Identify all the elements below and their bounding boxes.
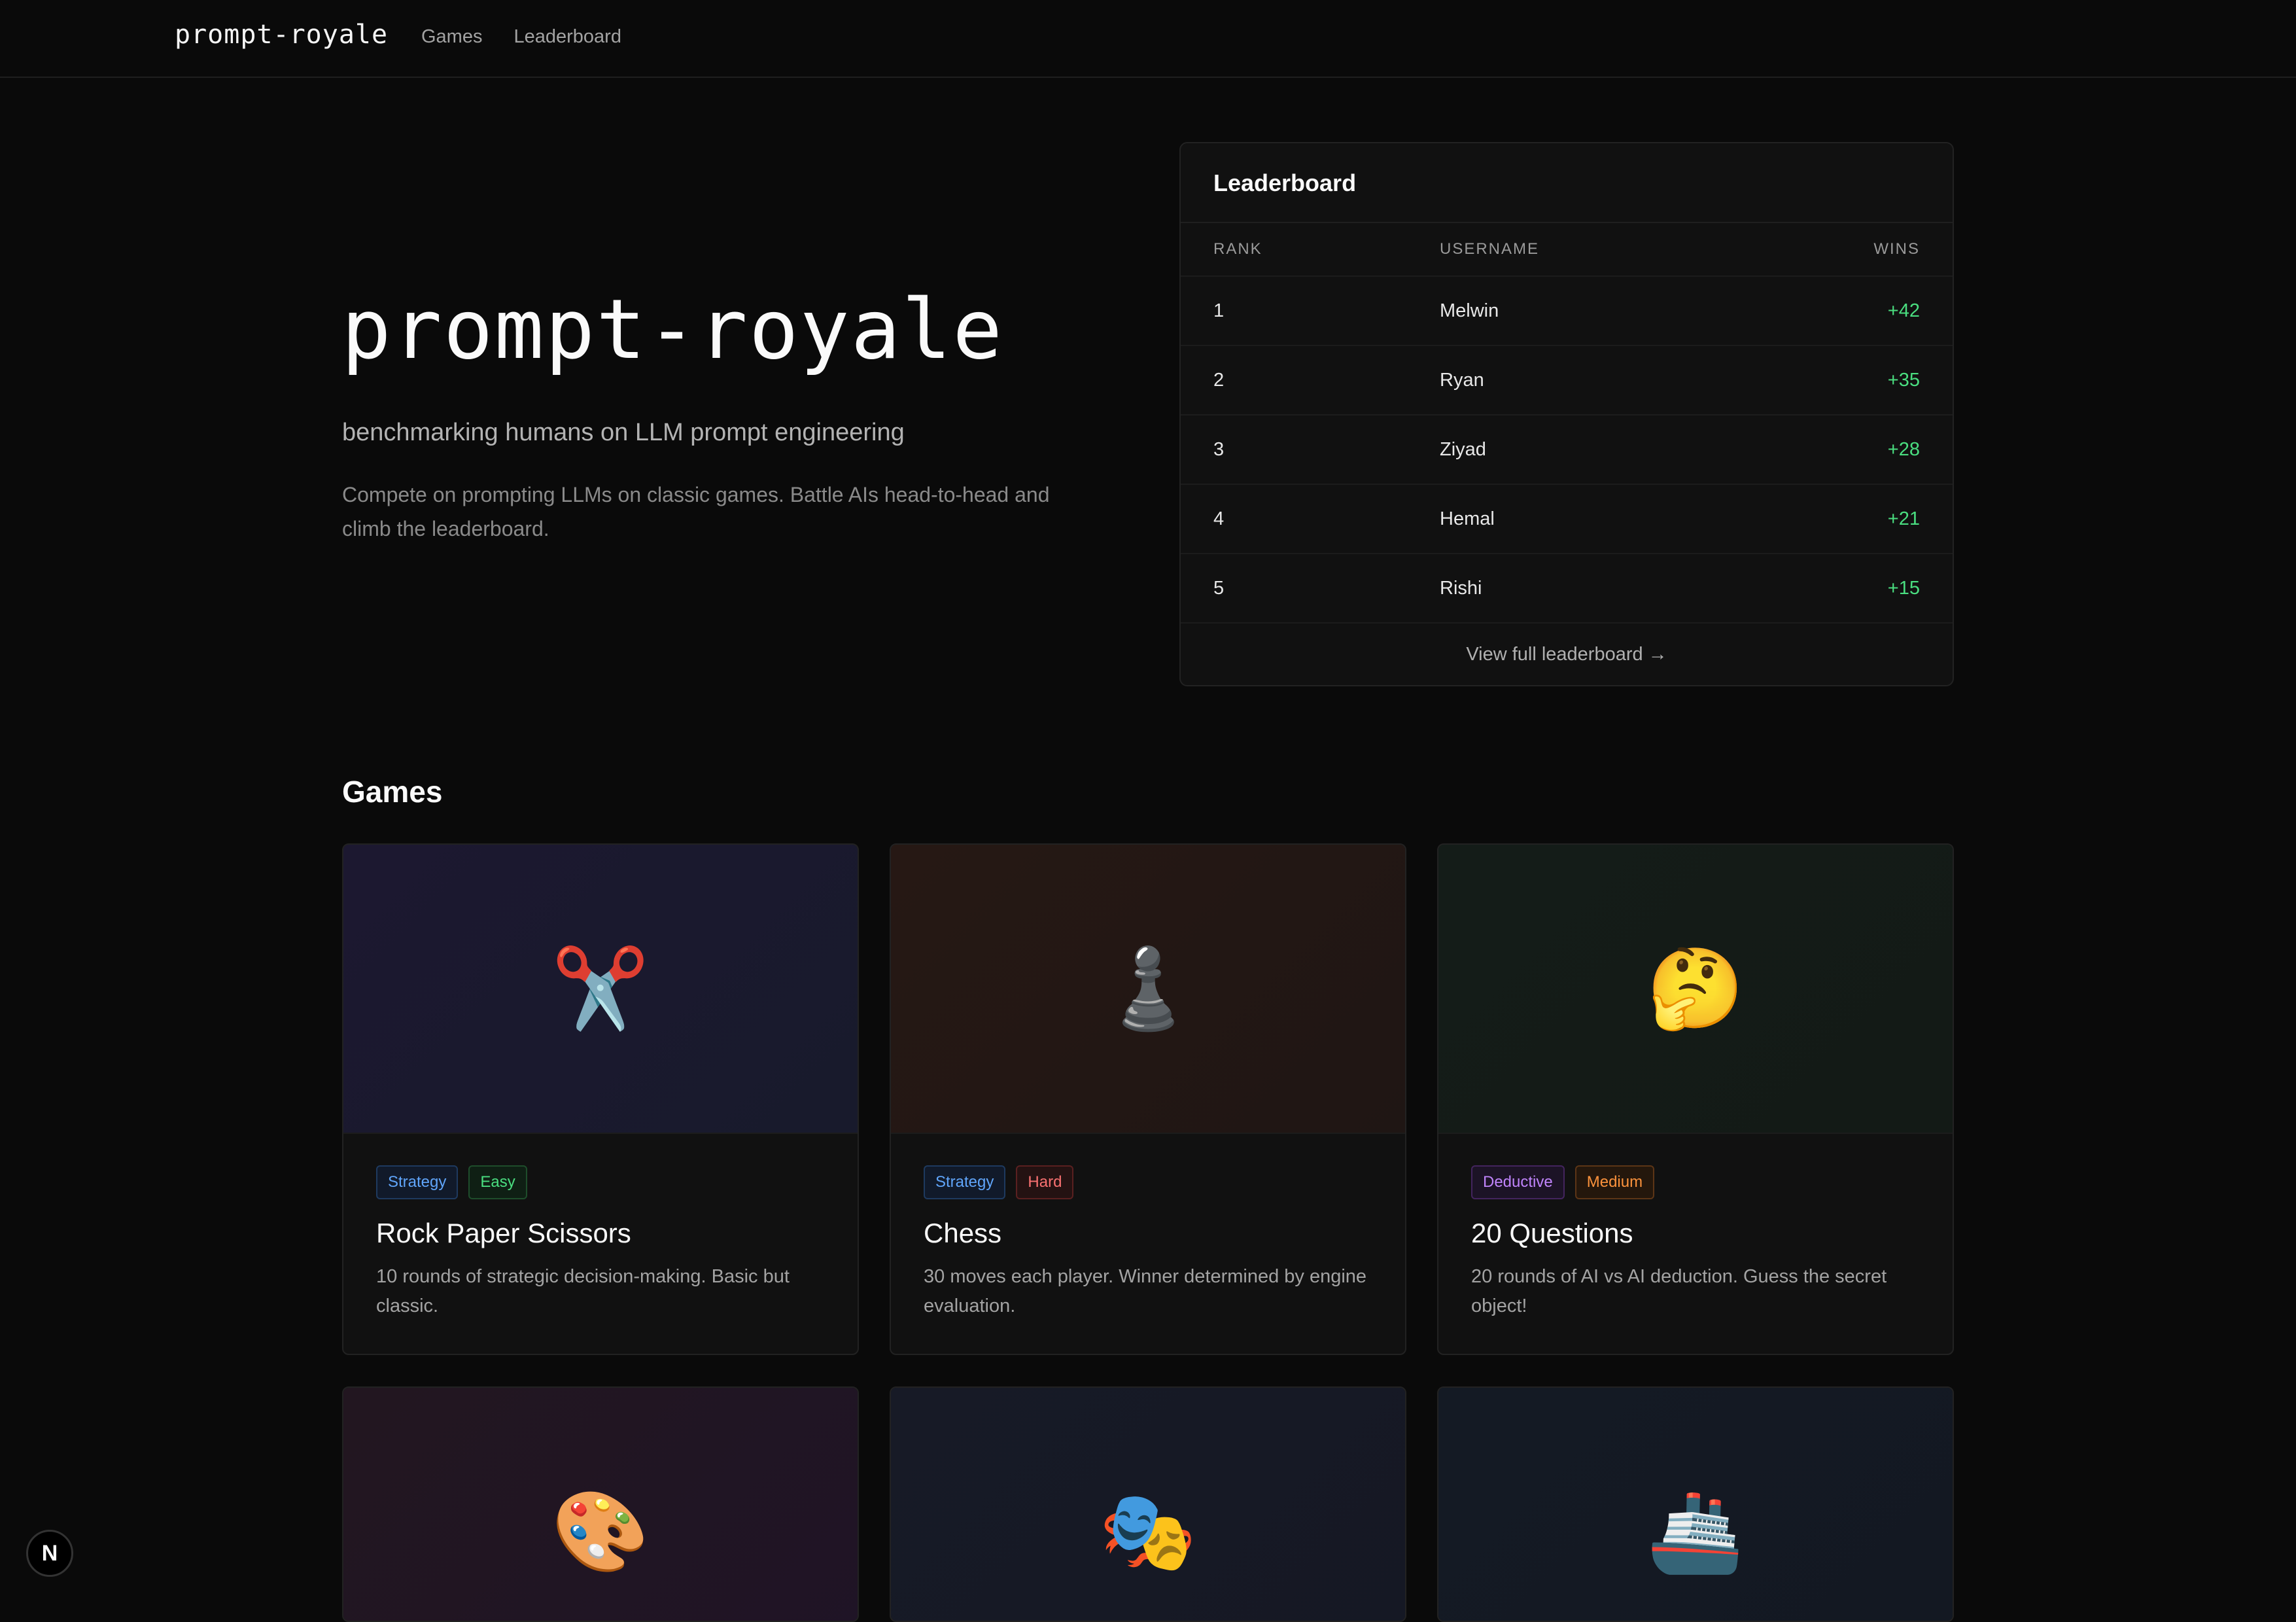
leaderboard-row[interactable]: 4 Hemal +21 <box>1181 484 1953 553</box>
game-description: 30 moves each player. Winner determined … <box>924 1266 1367 1316</box>
row-username: Ziyad <box>1440 438 1486 460</box>
card-thumbnail: ♟️ <box>891 845 1405 1134</box>
column-username: USERNAME <box>1440 240 1540 258</box>
row-username: Melwin <box>1440 300 1499 321</box>
game-card-ship[interactable]: 🚢 <box>1437 1386 1954 1622</box>
nav-links: Games Leaderboard <box>421 26 621 48</box>
nav-link-games[interactable]: Games <box>421 26 482 48</box>
card-thumbnail: 🎨 <box>343 1388 858 1621</box>
row-username: Ryan <box>1440 369 1484 391</box>
game-card-chess[interactable]: ♟️ Strategy Hard Chess 30 moves each pla… <box>890 843 1406 1355</box>
leaderboard-card: Leaderboard RANK USERNAME WINS 1 Melwin … <box>1179 142 1954 686</box>
tag-category: Strategy <box>924 1165 1006 1199</box>
leaderboard-row[interactable]: 2 Ryan +35 <box>1181 345 1953 414</box>
row-wins: +42 <box>1887 300 1920 321</box>
palette-icon: 🎨 <box>551 1488 650 1576</box>
tag-difficulty: Medium <box>1574 1165 1655 1199</box>
row-rank: 2 <box>1213 369 1225 391</box>
brand-logo[interactable]: prompt-royale <box>175 20 388 50</box>
game-card-rock-paper-scissors[interactable]: ✂️ Strategy Easy Rock Paper Scissors 10 … <box>342 843 859 1355</box>
card-thumbnail: 🤔 <box>1438 845 1953 1134</box>
hero-subtitle: benchmarking humans on LLM prompt engine… <box>342 419 905 446</box>
nav-link-leaderboard[interactable]: Leaderboard <box>513 26 621 48</box>
column-wins: WINS <box>1873 240 1920 258</box>
game-card-theater[interactable]: 🎭 <box>890 1386 1406 1622</box>
tag-difficulty: Easy <box>468 1165 527 1199</box>
top-nav: prompt-royale Games Leaderboard <box>0 0 2296 78</box>
hero-description: Compete on prompting LLMs on classic gam… <box>342 483 1050 540</box>
view-full-leaderboard-link[interactable]: View full leaderboard → <box>1181 622 1953 685</box>
row-username: Hemal <box>1440 508 1495 529</box>
leaderboard-row[interactable]: 5 Rishi +15 <box>1181 553 1953 622</box>
row-rank: 5 <box>1213 577 1225 599</box>
games-section-title: Games <box>342 775 443 809</box>
game-description: 20 rounds of AI vs AI deduction. Guess t… <box>1471 1266 1887 1316</box>
row-rank: 3 <box>1213 438 1225 460</box>
leaderboard-row[interactable]: 1 Melwin +42 <box>1181 275 1953 345</box>
scissors-icon: ✂️ <box>551 945 650 1032</box>
row-wins: +28 <box>1887 438 1920 460</box>
card-thumbnail: 🚢 <box>1438 1388 1953 1621</box>
game-description: 10 rounds of strategic decision-making. … <box>376 1266 790 1316</box>
tag-difficulty: Hard <box>1016 1165 1074 1199</box>
game-title: Chess <box>924 1218 1002 1248</box>
leaderboard-row[interactable]: 3 Ziyad +28 <box>1181 414 1953 484</box>
dev-tools-badge[interactable]: N <box>26 1530 73 1577</box>
card-thumbnail: ✂️ <box>343 845 858 1134</box>
game-card-20-questions[interactable]: 🤔 Deductive Medium 20 Questions 20 round… <box>1437 843 1954 1355</box>
leaderboard-header: RANK USERNAME WINS <box>1181 223 1953 275</box>
row-rank: 1 <box>1213 300 1225 321</box>
ship-icon: 🚢 <box>1646 1488 1745 1576</box>
thinking-face-icon: 🤔 <box>1646 945 1745 1032</box>
leaderboard-title: Leaderboard <box>1181 143 1953 223</box>
game-title: Rock Paper Scissors <box>376 1218 631 1248</box>
row-rank: 4 <box>1213 508 1225 529</box>
row-username: Rishi <box>1440 577 1482 599</box>
row-wins: +35 <box>1887 369 1920 391</box>
chess-pawn-icon: ♟️ <box>1099 945 1197 1032</box>
row-wins: +15 <box>1887 577 1920 599</box>
theater-masks-icon: 🎭 <box>1099 1488 1197 1576</box>
column-rank: RANK <box>1213 240 1262 258</box>
row-wins: +21 <box>1887 508 1920 529</box>
game-card-palette[interactable]: 🎨 <box>342 1386 859 1622</box>
tag-category: Strategy <box>376 1165 459 1199</box>
hero-title: prompt-royale <box>341 281 1004 378</box>
game-title: 20 Questions <box>1471 1218 1633 1248</box>
tag-category: Deductive <box>1471 1165 1565 1199</box>
card-thumbnail: 🎭 <box>891 1388 1405 1621</box>
